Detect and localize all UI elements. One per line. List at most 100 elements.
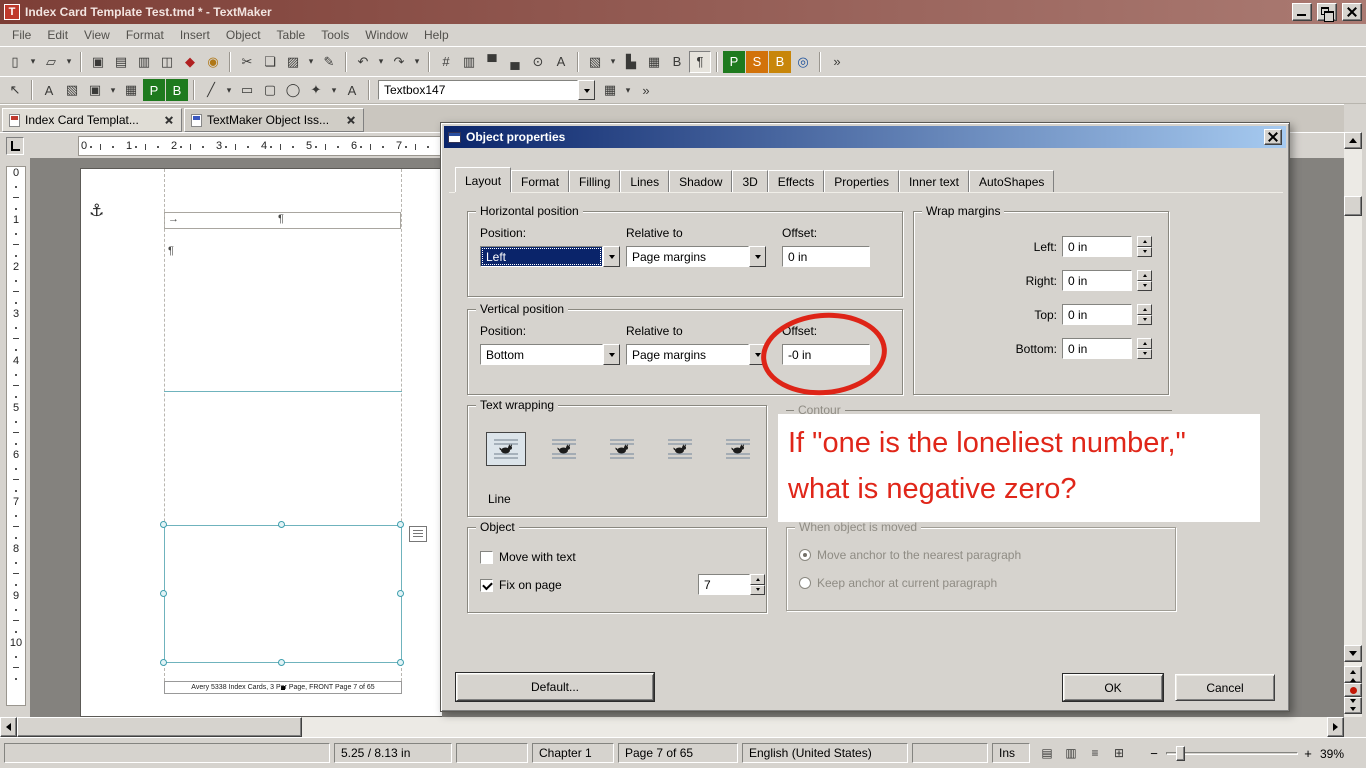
view-master-icon[interactable]: ▥ <box>1060 744 1082 762</box>
menu-item[interactable]: Object <box>218 26 269 44</box>
grid-icon[interactable]: ▦ <box>599 79 621 101</box>
tab-stop-selector[interactable] <box>6 137 24 155</box>
menu-item[interactable]: Format <box>118 26 172 44</box>
h-offset-field[interactable]: 0 in <box>782 246 870 267</box>
more-buttons-icon[interactable]: » <box>635 79 657 101</box>
paste-dropdown-icon[interactable]: ▾ <box>305 51 317 73</box>
wrap-margin-field[interactable]: 0 in <box>1062 338 1132 359</box>
dialog-tab[interactable]: 3D <box>732 170 767 192</box>
planmaker-icon[interactable]: P <box>723 51 745 73</box>
object-name-value[interactable]: Textbox147 <box>378 80 578 100</box>
menu-item[interactable]: Window <box>357 26 416 44</box>
ole-dropdown-icon[interactable]: ▾ <box>107 79 119 101</box>
spin-up-icon[interactable] <box>1137 338 1152 349</box>
selection-handle[interactable] <box>160 590 167 597</box>
restore-button[interactable] <box>1317 3 1337 21</box>
h-relative-select[interactable]: Page margins <box>626 246 766 267</box>
dialog-tab[interactable]: Lines <box>620 170 669 192</box>
spin-down-icon[interactable] <box>1137 247 1152 258</box>
wrap-square-left-icon[interactable] <box>544 432 584 466</box>
insert-table-icon[interactable]: ▦ <box>643 51 665 73</box>
view-normal-icon[interactable]: ▤ <box>1036 744 1058 762</box>
zoom-slider-thumb[interactable] <box>1176 746 1185 761</box>
menu-item[interactable]: Table <box>269 26 314 44</box>
web-icon[interactable]: ◎ <box>792 51 814 73</box>
save-as-icon[interactable]: ▤ <box>110 51 132 73</box>
selection-handle[interactable] <box>397 590 404 597</box>
spinner[interactable] <box>750 574 765 595</box>
dialog-close-button[interactable] <box>1264 129 1282 145</box>
print-icon[interactable]: ▥ <box>133 51 155 73</box>
select-pointer-icon[interactable]: ↖ <box>4 79 26 101</box>
spinner[interactable] <box>1137 236 1152 257</box>
image-dropdown-icon[interactable]: ▾ <box>607 51 619 73</box>
selected-textbox[interactable] <box>164 525 402 663</box>
insert-chart-icon[interactable]: ▙ <box>620 51 642 73</box>
dialog-tab[interactable]: Filling <box>569 170 620 192</box>
page-number-icon[interactable]: # <box>435 51 457 73</box>
rectangle-icon[interactable]: ▭ <box>236 79 258 101</box>
zoom-out-button[interactable]: − <box>1146 744 1162 762</box>
text-frame-icon[interactable]: A <box>38 79 60 101</box>
selection-handle[interactable] <box>278 659 285 666</box>
combobox-dropdown-icon[interactable] <box>578 80 595 100</box>
horizontal-scroll-thumb[interactable] <box>17 717 302 737</box>
horizontal-scrollbar[interactable] <box>0 717 1344 737</box>
spin-down-icon[interactable] <box>1137 315 1152 326</box>
planmaker-frame-icon[interactable]: P <box>143 79 165 101</box>
spin-down-icon[interactable] <box>750 585 765 596</box>
search-icon[interactable]: ⊙ <box>527 51 549 73</box>
close-button[interactable] <box>1342 3 1362 21</box>
move-with-text-checkbox[interactable]: Move with text <box>480 550 576 564</box>
format-painter-icon[interactable]: ✎ <box>318 51 340 73</box>
view-outline-icon[interactable]: ≡ <box>1084 744 1106 762</box>
export-epub-icon[interactable]: ◉ <box>202 51 224 73</box>
vertical-scrollbar[interactable] <box>1344 132 1362 717</box>
spin-up-icon[interactable] <box>1137 270 1152 281</box>
dropdown-icon[interactable] <box>603 344 620 365</box>
spin-down-icon[interactable] <box>1137 349 1152 360</box>
autoshapes-icon[interactable]: ✦ <box>305 79 327 101</box>
columns-icon[interactable]: ▥ <box>458 51 480 73</box>
menu-item[interactable]: Edit <box>39 26 76 44</box>
table-frame-icon[interactable]: ▦ <box>120 79 142 101</box>
minimize-button[interactable] <box>1292 3 1312 21</box>
zoom-slider-track[interactable] <box>1166 752 1298 755</box>
open-icon[interactable]: ▱ <box>40 51 62 73</box>
selection-handle[interactable] <box>397 521 404 528</box>
line-style-dropdown-icon[interactable]: ▾ <box>223 79 235 101</box>
previous-page-button[interactable] <box>1344 666 1362 683</box>
wrap-line-icon[interactable] <box>486 432 526 466</box>
dialog-title-bar[interactable]: Object properties <box>444 126 1286 148</box>
grid-dropdown-icon[interactable]: ▾ <box>622 79 634 101</box>
dialog-tab[interactable]: Format <box>511 170 569 192</box>
autoshapes-dropdown-icon[interactable]: ▾ <box>328 79 340 101</box>
dialog-tab[interactable]: Effects <box>768 170 824 192</box>
spin-up-icon[interactable] <box>1137 304 1152 315</box>
spinner[interactable] <box>1137 338 1152 359</box>
object-name-combobox[interactable]: Textbox147 <box>378 80 595 100</box>
selection-handle[interactable] <box>278 521 285 528</box>
ellipse-icon[interactable]: ◯ <box>282 79 304 101</box>
basic-icon[interactable]: B <box>769 51 791 73</box>
wrap-square-right-icon[interactable] <box>602 432 642 466</box>
undo-dropdown-icon[interactable]: ▾ <box>375 51 387 73</box>
menu-item[interactable]: Help <box>416 26 457 44</box>
spin-down-icon[interactable] <box>1137 281 1152 292</box>
next-page-button[interactable] <box>1344 697 1362 714</box>
wrap-square-both-icon[interactable] <box>660 432 700 466</box>
scroll-down-button[interactable] <box>1344 645 1362 662</box>
spin-up-icon[interactable] <box>750 574 765 585</box>
menu-item[interactable]: Tools <box>313 26 357 44</box>
wrap-margin-field[interactable]: 0 in <box>1062 236 1132 257</box>
fix-on-page-checkbox[interactable]: Fix on page <box>480 578 562 592</box>
scroll-up-button[interactable] <box>1344 132 1362 149</box>
text-art-icon[interactable]: A <box>341 79 363 101</box>
more-buttons-icon[interactable]: » <box>826 51 848 73</box>
tab-close-icon[interactable] <box>162 114 175 127</box>
spinner[interactable] <box>1137 304 1152 325</box>
language-cell[interactable]: English (United States) <box>742 743 908 763</box>
cut-icon[interactable]: ✂ <box>236 51 258 73</box>
tab-close-icon[interactable] <box>344 114 357 127</box>
header-icon[interactable]: ▀ <box>481 51 503 73</box>
